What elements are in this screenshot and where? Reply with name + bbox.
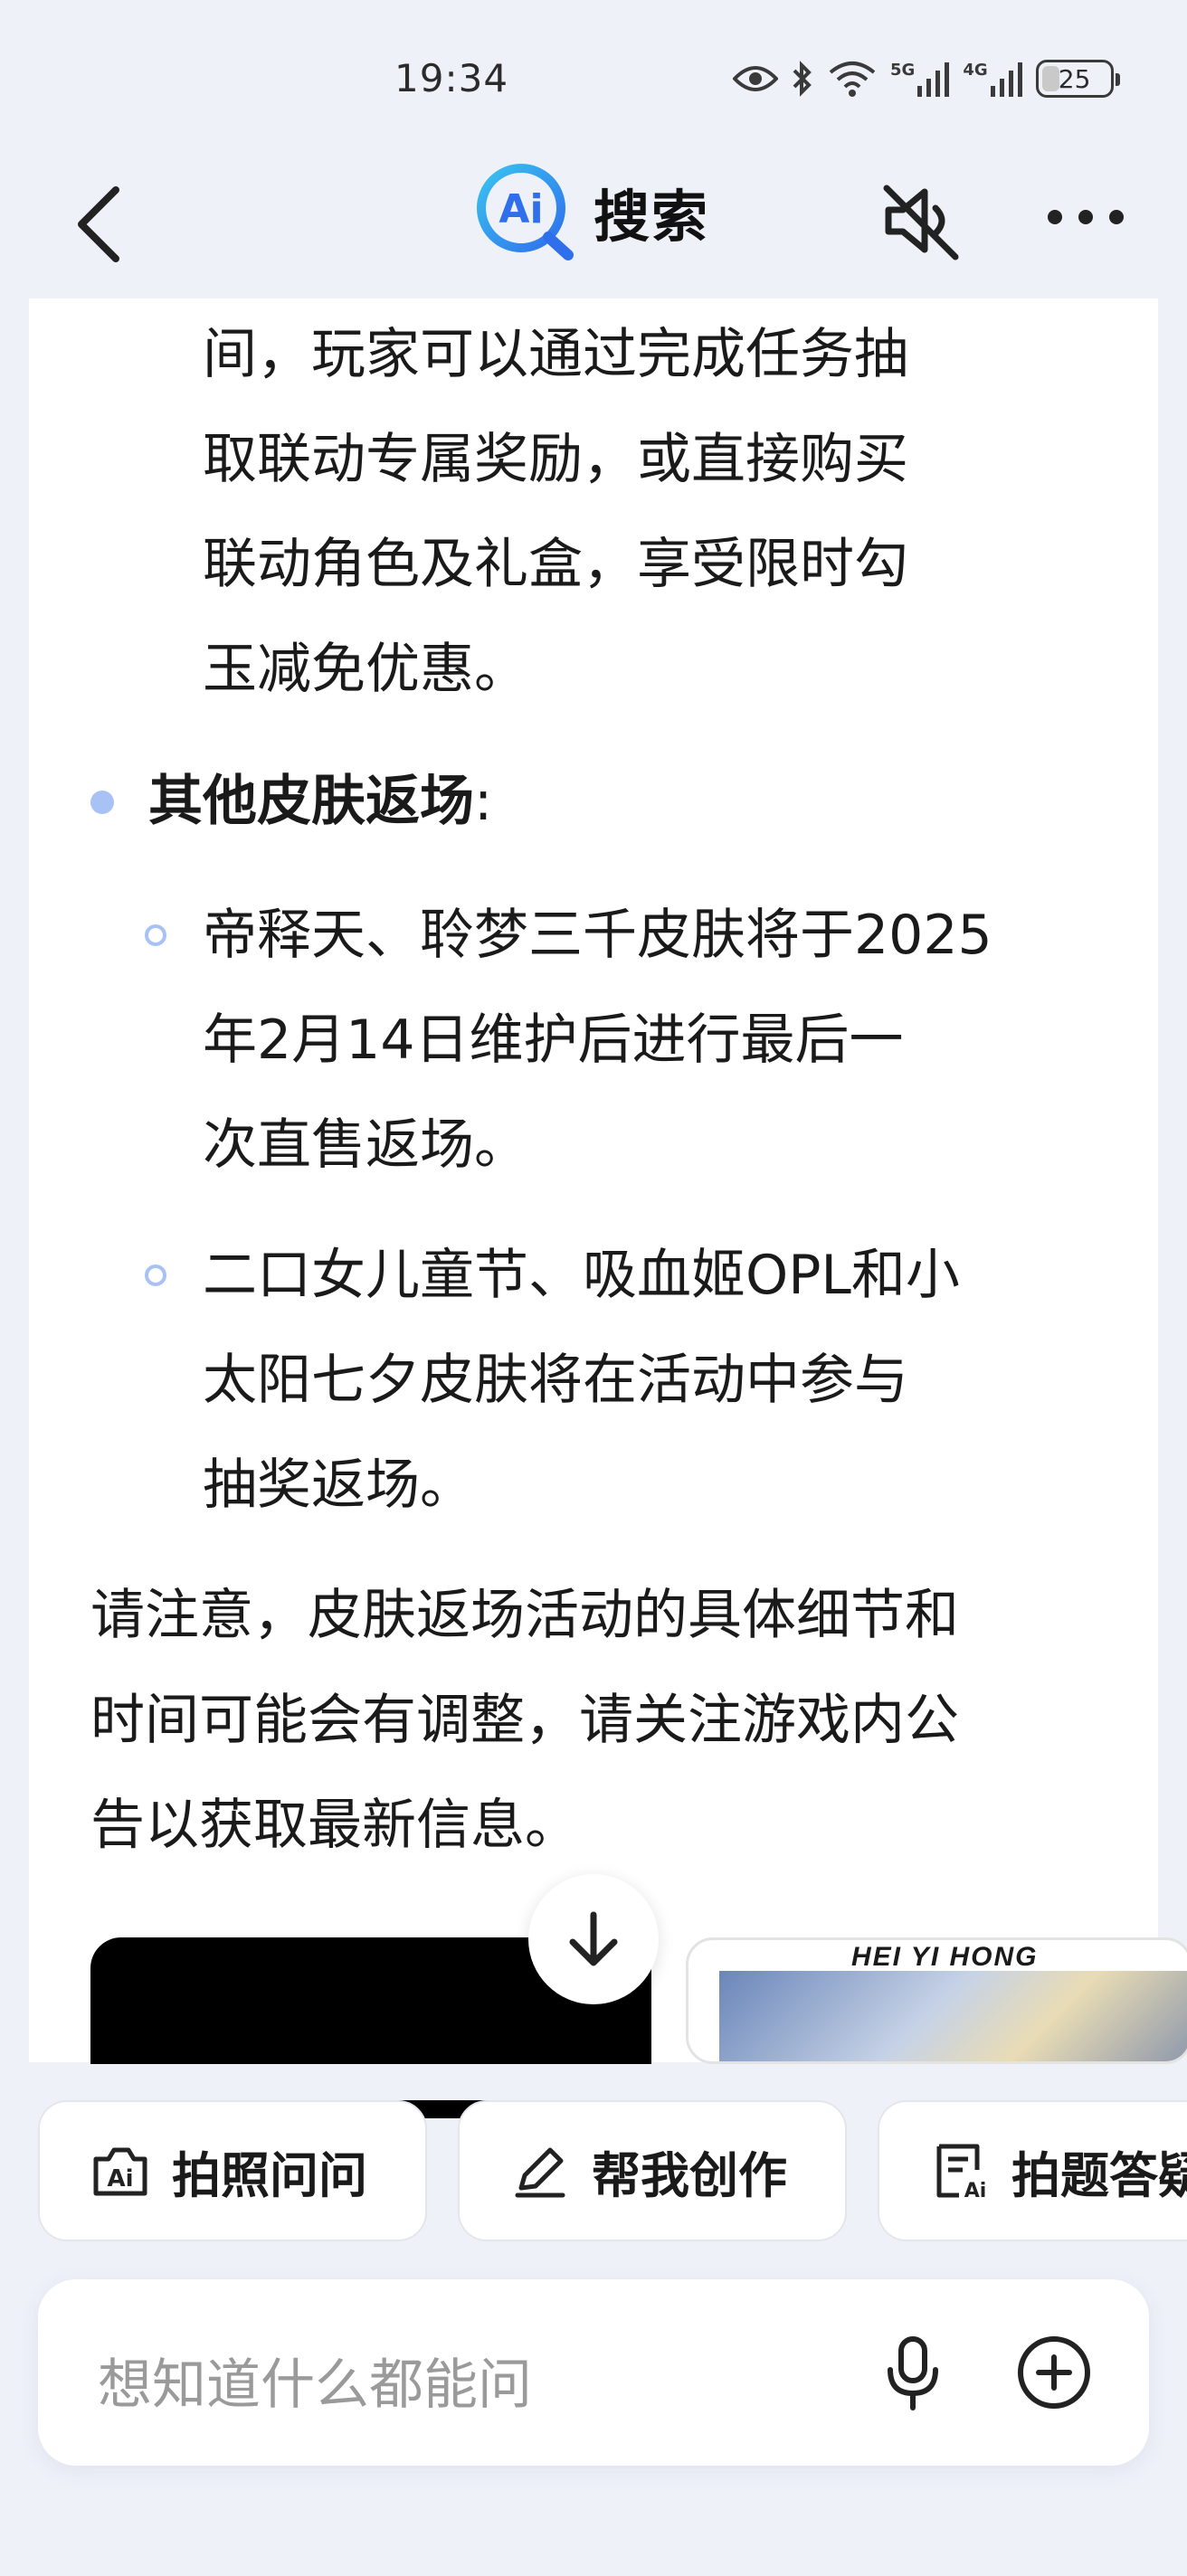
text-line: 太阳七夕皮肤将在活动中参与 (203, 1349, 908, 1412)
pen-icon (515, 2147, 565, 2198)
status-bar: 19:34 5G 4G 25 (0, 0, 1187, 154)
text-line: 玉减免优惠。 (203, 638, 528, 701)
text-line: 间，玩家可以通过完成任务抽 (203, 323, 908, 386)
signal-bars-icon (990, 62, 1022, 97)
text-line: 取联动专属奖励，或直接购买 (203, 428, 908, 491)
question-input-bar[interactable]: 想知道什么都能问 (38, 2279, 1149, 2466)
camera-ai-icon: Ai (93, 2147, 147, 2196)
answer-content: 间，玩家可以通过完成任务抽 取联动专属奖励，或直接购买 联动角色及礼盒，享受限时… (29, 298, 1158, 2062)
status-time: 19:34 (394, 56, 509, 100)
question-input[interactable]: 想知道什么都能问 (98, 2341, 532, 2420)
signal-5g: 5G (890, 61, 950, 97)
chip-photo-ask[interactable]: Ai 拍照问问 (38, 2100, 427, 2241)
signal-label: 5G (890, 61, 916, 80)
chip-label: 帮我创作 (592, 2146, 787, 2204)
logo-mark-text: Ai (499, 186, 543, 232)
result-image (719, 1971, 1187, 2061)
text-line: 年2月14日维护后进行最后一 (203, 1009, 904, 1072)
list-item: 二口女儿童节、吸血姬OPL和小 太阳七夕皮肤将在活动中参与 抽奖返场。 (203, 1223, 1144, 1538)
text-line: 帝释天、聆梦三千皮肤将于2025 (203, 904, 992, 967)
status-icons: 5G 4G 25 (733, 56, 1120, 101)
signal-4g: 4G (963, 61, 1022, 97)
wifi-icon (829, 62, 876, 97)
svg-text:Ai: Ai (964, 2180, 987, 2202)
svg-text:Ai: Ai (107, 2165, 133, 2192)
text-line: 告以获取最新信息。 (90, 1794, 579, 1857)
eye-icon (733, 66, 778, 91)
scroll-to-bottom-button[interactable] (528, 1874, 659, 2004)
closing-note: 请注意，皮肤返场活动的具体细节和 时间可能会有调整，请关注游戏内公 告以获取最新… (90, 1563, 1113, 1878)
section-colon: : (474, 770, 493, 833)
paragraph-continuation: 间，玩家可以通过完成任务抽 取联动专属奖励，或直接购买 联动角色及礼盒，享受限时… (203, 302, 1144, 722)
signal-bars-icon (917, 62, 950, 97)
chip-photo-answer[interactable]: Ai 拍题答疑 (878, 2100, 1187, 2241)
chip-label: 拍照问问 (172, 2146, 367, 2204)
chip-label: 拍题答疑 (1011, 2146, 1187, 2204)
arrow-down-icon (569, 1911, 618, 1966)
signal-label: 4G (963, 61, 988, 80)
back-arrow-icon[interactable] (63, 174, 136, 273)
sub-bullet (145, 924, 166, 946)
divider (0, 2064, 1187, 2100)
quick-actions: Ai 拍照问问 帮我创作 Ai 拍题答疑 (0, 2100, 1187, 2245)
text-line: 请注意，皮肤返场活动的具体细节和 (90, 1584, 959, 1647)
sub-bullet (145, 1264, 166, 1286)
doc-ai-icon: Ai (936, 2144, 987, 2202)
text-line: 抽奖返场。 (203, 1454, 474, 1517)
bullet-dot (90, 791, 114, 814)
battery-level: 25 (1058, 63, 1091, 94)
battery-icon: 25 (1035, 60, 1120, 98)
result-image-card[interactable]: HEI YI HONG (686, 1937, 1187, 2064)
text-line: 次直售返场。 (203, 1113, 528, 1177)
section-title: 其他皮肤返场 (148, 770, 474, 833)
text-line: 时间可能会有调整，请关注游戏内公 (90, 1689, 959, 1752)
ai-search-logo-icon: Ai (474, 161, 575, 262)
add-circle-icon[interactable] (1013, 2332, 1095, 2413)
image-caption: HEI YI HONG (851, 1942, 1039, 1972)
mute-speaker-icon[interactable] (876, 175, 966, 266)
page-title: 搜索 (594, 184, 710, 250)
more-options-icon[interactable] (1042, 199, 1129, 235)
section-heading: 其他皮肤返场: (148, 749, 1125, 854)
microphone-icon[interactable] (872, 2332, 954, 2413)
app-logo: Ai 搜索 (474, 161, 709, 262)
list-item: 帝释天、聆梦三千皮肤将于2025 年2月14日维护后进行最后一 次直售返场。 (203, 883, 1144, 1198)
text-line: 联动角色及礼盒，享受限时勾 (203, 533, 908, 596)
text-line: 二口女儿童节、吸血姬OPL和小 (203, 1244, 960, 1307)
bluetooth-icon (793, 61, 812, 97)
chip-help-create[interactable]: 帮我创作 (458, 2100, 847, 2241)
